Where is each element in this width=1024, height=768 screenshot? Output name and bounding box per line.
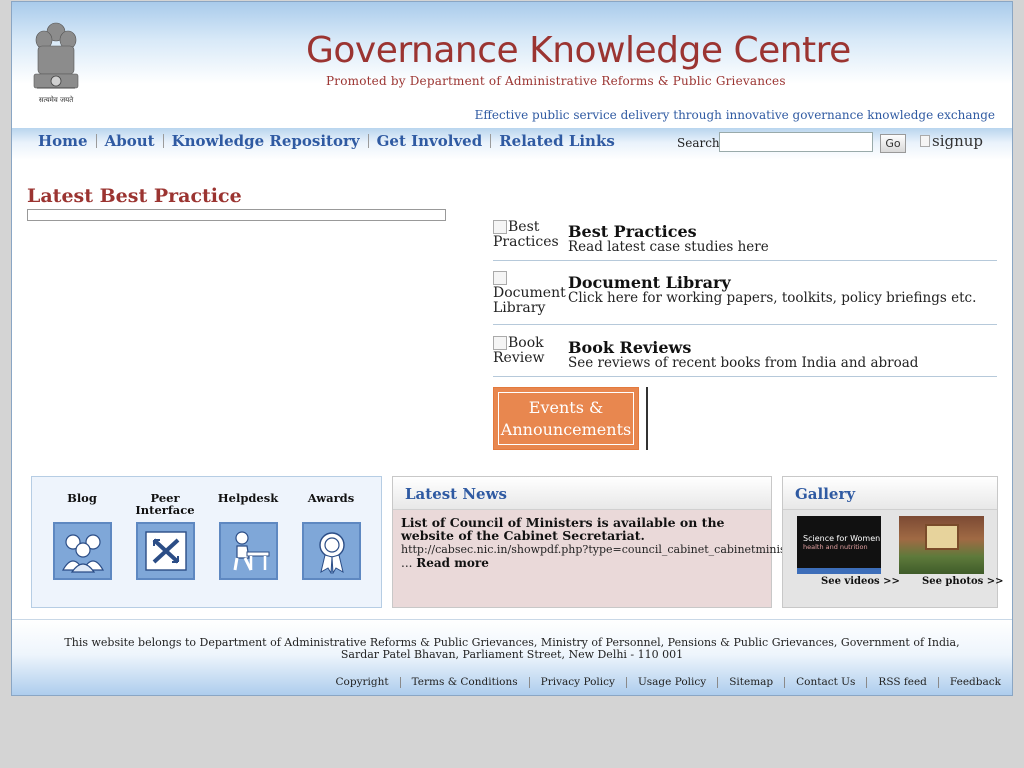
signup-alt-text: signup (932, 132, 984, 150)
photo-plaque-image (925, 524, 959, 550)
search-go-button[interactable]: Go (880, 134, 906, 153)
emblem-caption: सत्यमेव जयते (38, 96, 74, 104)
footer-link-privacy[interactable]: Privacy Policy (530, 676, 626, 688)
gallery-heading: Gallery (783, 477, 997, 510)
peer-interface-icon[interactable] (136, 522, 195, 580)
events-divider (646, 387, 648, 450)
widget-label: Helpdesk (217, 491, 279, 505)
news-item-url: http://cabsec.nic.in/showpdf.php?type=co… (401, 543, 808, 556)
quick-link-description: Read latest case studies here (568, 239, 769, 255)
see-videos-link[interactable]: See videos >> (821, 576, 900, 587)
site-title: Governance Knowledge Centre (306, 30, 851, 71)
signup-link[interactable]: signup (920, 132, 983, 150)
video-thumbnail[interactable]: Science for Women health and nutrition (797, 516, 881, 574)
widget-label: Awards (307, 491, 355, 505)
footer-link-rss-feed[interactable]: RSS feed (867, 676, 937, 688)
footer-address-text: Sardar Patel Bhavan, Parliament Street, … (340, 648, 684, 661)
best-practices-image[interactable]: Best Practices (493, 220, 565, 250)
latest-best-practice-heading: Latest Best Practice (27, 185, 242, 207)
footer-link-sitemap[interactable]: Sitemap (718, 676, 784, 688)
book-review-image[interactable]: Book Review (493, 336, 565, 366)
nav-item-related-links[interactable]: Related Links (491, 132, 623, 150)
document-library-image[interactable]: Document Library (493, 271, 566, 316)
video-thumbnail-caption: Science for Women health and nutrition (803, 534, 880, 552)
best-practice-ticker (27, 209, 446, 221)
gallery-body: Science for Women health and nutrition S… (783, 510, 1004, 607)
footer-link-terms[interactable]: Terms & Conditions (401, 676, 529, 688)
footer-link-contact-us[interactable]: Contact Us (785, 676, 866, 688)
broken-image-icon (493, 271, 507, 285)
helpdesk-desk-icon[interactable] (219, 522, 278, 580)
image-alt-text: Document Library (493, 285, 566, 316)
gallery-panel: Gallery Science for Women health and nut… (782, 476, 1004, 608)
news-item-title: List of Council of Ministers is availabl… (401, 515, 725, 543)
site-footer: This website belongs to Department of Ad… (12, 619, 1012, 695)
footer-link-feedback[interactable]: Feedback (939, 676, 1001, 688)
latest-news-heading: Latest News (393, 477, 771, 510)
community-widgets-panel: Blog Peer Interface Helpdesk Awards (31, 476, 382, 608)
latest-news-body: List of Council of Ministers is availabl… (393, 510, 808, 607)
events-label-line2: Announcements (500, 419, 632, 439)
blog-users-icon[interactable] (53, 522, 112, 580)
search-label: Search (677, 136, 720, 150)
broken-image-icon (920, 135, 930, 147)
footer-link-usage-policy[interactable]: Usage Policy (627, 676, 717, 688)
video-caption-line1: Science for Women (803, 534, 881, 543)
video-progress-bar (797, 568, 881, 574)
broken-image-icon (493, 220, 507, 234)
events-announcements-button[interactable]: Events & Announcements (493, 387, 639, 450)
site-subtitle: Promoted by Department of Administrative… (326, 74, 786, 88)
read-more-link[interactable]: Read more (416, 556, 489, 570)
quick-link-description: Click here for working papers, toolkits,… (568, 290, 977, 306)
site-tagline: Effective public service delivery throug… (474, 108, 995, 122)
quick-link-description: See reviews of recent books from India a… (568, 355, 919, 371)
main-navigation: Home About Knowledge Repository Get Invo… (12, 128, 1012, 160)
nav-item-home[interactable]: Home (30, 132, 96, 150)
nav-menu: Home About Knowledge Repository Get Invo… (30, 132, 623, 150)
widget-label-line2: Interface (135, 503, 195, 517)
events-label-line1: Events & (528, 397, 604, 417)
video-caption-line2: health and nutrition (803, 543, 868, 551)
nav-item-get-involved[interactable]: Get Involved (369, 132, 491, 150)
footer-links: Copyright Terms & Conditions Privacy Pol… (325, 676, 1001, 688)
latest-news-panel: Latest News List of Council of Ministers… (392, 476, 808, 608)
news-read-more-line: ... Read more (401, 556, 763, 570)
quick-link-best-practices[interactable]: Best Practices Best Practices Read lates… (493, 220, 997, 261)
see-photos-link[interactable]: See photos >> (922, 576, 1004, 587)
footer-link-copyright[interactable]: Copyright (325, 676, 400, 688)
page: सत्यमेव जयते Governance Knowledge Centre… (11, 1, 1013, 696)
nav-item-about[interactable]: About (97, 132, 163, 150)
news-ellipsis: ... (401, 556, 417, 570)
events-button-frame: Events & Announcements (498, 392, 634, 445)
search-input[interactable] (719, 132, 873, 152)
nav-item-knowledge-repository[interactable]: Knowledge Repository (164, 132, 368, 150)
national-emblem-logo: सत्यमेव जयते (28, 20, 84, 108)
quick-link-document-library[interactable]: Document Library Document Library Click … (493, 271, 997, 325)
award-ribbon-icon[interactable] (302, 522, 361, 580)
quick-link-book-reviews[interactable]: Book Review Book Reviews See reviews of … (493, 336, 997, 377)
site-header: सत्यमेव जयते Governance Knowledge Centre… (12, 2, 1012, 128)
photo-thumbnail[interactable] (899, 516, 984, 574)
widget-label: Blog (67, 491, 97, 505)
broken-image-icon (493, 336, 507, 350)
